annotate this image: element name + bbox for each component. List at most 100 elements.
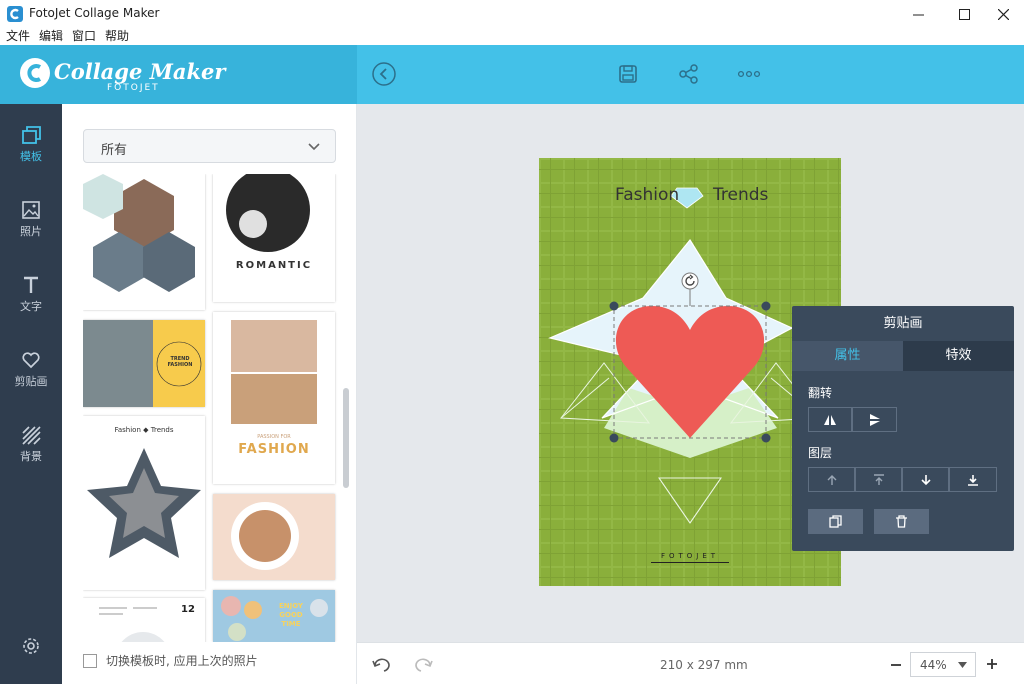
poster-brand[interactable]: FOTOJET [651,552,729,563]
zoom-dropdown-icon [958,662,967,668]
canvas-size-text: 210 x 297 mm [660,658,748,672]
template-food-preview [213,494,335,580]
category-dropdown-value: 所有 [101,143,128,158]
nav-template[interactable]: 模板 [0,124,62,184]
nav-background[interactable]: 背景 [0,424,62,484]
template-fashion-pre: PASSION FOR [257,434,291,440]
back-arrow-icon [372,62,396,86]
share-button[interactable] [676,61,702,87]
template-star-title-right: Trends [150,426,174,434]
zoom-value: 44% [920,658,947,672]
minimize-icon [912,14,924,15]
duplicate-button[interactable] [808,509,863,534]
logo-text: Collage Maker [54,59,226,84]
delete-button[interactable] [874,509,929,534]
nav-clipart[interactable]: 剪贴画 [0,349,62,409]
template-icon [22,126,41,144]
redo-icon[interactable] [413,657,433,673]
back-button[interactable] [371,61,397,87]
flip-vertical-icon [869,413,880,426]
template-notes-date: 12 [181,604,195,615]
nav-text-label: 文字 [20,300,42,313]
layer-front-button[interactable] [855,467,902,492]
save-icon [619,65,637,83]
save-button[interactable] [615,61,641,87]
app-logo-icon [7,6,23,22]
layer-section-label: 图层 [808,446,833,460]
template-thumb-romantic[interactable]: ROMANTIC [213,174,335,302]
tab-effects[interactable]: 特效 [903,341,1014,371]
text-icon [24,276,38,293]
photo-icon [22,201,40,219]
template-panel: 所有 ROMANTIC TREND FASHION PASSION FOR FA… [62,104,357,684]
left-nav: 模板 照片 文字 剪贴画 背景 [0,104,62,684]
template-star-title-left: Fashion [114,426,141,434]
template-thumb-trend[interactable]: TREND FASHION [83,320,205,407]
nav-photo[interactable]: 照片 [0,199,62,259]
flip-section-label: 翻转 [808,386,833,400]
logo-subtext: FOTOJET [107,83,160,93]
bring-to-front-icon [873,473,884,485]
template-romantic-preview [213,174,335,258]
popup-title: 剪贴画 [883,316,923,331]
template-thumb-fashion[interactable]: PASSION FOR FASHION [213,312,335,484]
heart-icon [22,352,40,369]
menu-edit[interactable]: 编辑 [39,28,63,46]
close-icon [997,8,1009,20]
category-dropdown[interactable]: 所有 [83,129,336,163]
more-button[interactable] [736,61,762,87]
template-thumb-hexagon[interactable] [83,174,205,310]
nav-text[interactable]: 文字 [0,274,62,334]
send-to-back-icon [968,474,978,486]
poster-title-left[interactable]: Fashion [615,185,679,205]
template-thumb-food[interactable] [213,494,335,580]
template-enjoy-text: ENJOY GOOD TIME [278,602,303,628]
arrow-down-icon [920,474,931,485]
copy-icon [829,515,842,528]
bottom-bar: 210 x 297 mm 44% [357,642,1024,684]
close-button[interactable] [980,0,1024,28]
arrow-up-icon [827,474,836,485]
template-thumb-notes[interactable]: 12 [83,598,205,642]
zoom-in-icon[interactable] [986,658,998,670]
menu-window[interactable]: 窗口 [72,28,96,46]
brand-logo: Collage Maker FOTOJET [0,45,357,104]
nav-background-label: 背景 [20,450,42,463]
panel-scrollbar[interactable] [343,388,349,488]
apply-photos-checkbox[interactable] [83,653,97,668]
nav-clipart-label: 剪贴画 [14,375,48,388]
template-thumb-star[interactable]: Fashion ◆ Trends [83,416,205,590]
zoom-select[interactable]: 44% [910,652,976,677]
template-thumb-enjoy[interactable]: ENJOY GOOD TIME [213,590,335,642]
poster-title-right[interactable]: Trends [713,185,768,205]
zoom-out-icon[interactable] [890,659,902,671]
minimize-button[interactable] [895,0,941,28]
layer-backward-button[interactable] [902,467,949,492]
flip-horizontal-button[interactable] [808,407,852,432]
nav-template-label: 模板 [20,150,42,163]
menu-file[interactable]: 文件 [6,28,30,46]
apply-photos-label: 切换模板时, 应用上次的照片 [106,654,258,668]
top-toolbar: Collage Maker FOTOJET [0,45,1024,104]
gear-icon [23,638,39,654]
title-bar: FotoJet Collage Maker [0,0,1024,28]
trash-icon [896,515,907,528]
template-thumbnails: ROMANTIC TREND FASHION PASSION FOR FASHI… [83,174,339,642]
template-romantic-title: ROMANTIC [235,260,313,271]
collage-maker-logo-icon [20,58,50,88]
settings-button[interactable] [0,636,62,664]
apply-photos-option[interactable]: 切换模板时, 应用上次的照片 [83,652,258,669]
menu-help[interactable]: 帮助 [105,28,129,46]
template-star-title: Fashion ◆ Trends [114,426,174,434]
chevron-down-icon [308,143,320,151]
menu-bar: 文件 编辑 窗口 帮助 [0,28,1024,46]
background-icon [22,426,41,445]
tab-properties[interactable]: 属性 [792,341,903,371]
layer-back-button[interactable] [949,467,997,492]
template-fashion-title: FASHION [238,442,310,457]
clipart-properties-popup: 剪贴画 属性 特效 翻转 图层 [792,306,1014,551]
flip-vertical-button[interactable] [852,407,897,432]
layer-forward-button[interactable] [808,467,855,492]
rotate-handle-icon[interactable] [682,273,698,289]
undo-icon[interactable] [372,657,392,673]
